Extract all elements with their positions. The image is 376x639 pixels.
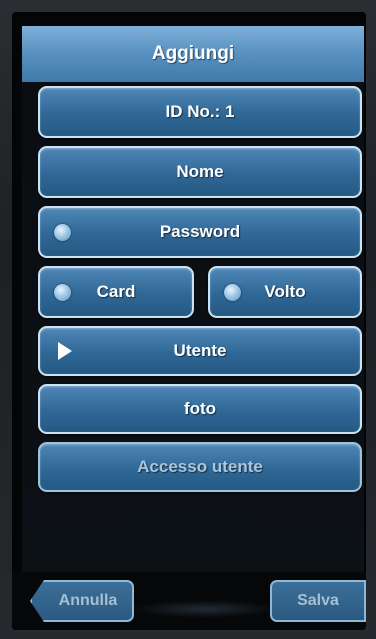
password-button[interactable]: Password <box>38 206 362 258</box>
volto-button[interactable]: Volto <box>208 266 362 318</box>
utente-label: Utente <box>173 341 227 360</box>
id-no-button[interactable]: ID No.: 1 <box>38 86 362 138</box>
page-title: Aggiungi <box>151 43 235 64</box>
nome-label: Nome <box>176 162 224 181</box>
card-label: Card <box>96 282 136 301</box>
device-bezel: Aggiungi ID No.: 1 Nome Password Card Vo… <box>0 0 376 639</box>
password-label: Password <box>159 222 241 241</box>
device-screen: Aggiungi ID No.: 1 Nome Password Card Vo… <box>12 12 366 630</box>
cancel-button[interactable]: Annulla <box>30 580 134 622</box>
card-button[interactable]: Card <box>38 266 194 318</box>
save-button[interactable]: Salva <box>270 580 366 622</box>
id-no-label: ID No.: 1 <box>165 102 235 121</box>
foto-button[interactable]: foto <box>38 384 362 434</box>
title-bar: Aggiungi <box>22 26 364 84</box>
screen-glare <box>130 600 280 618</box>
utente-button[interactable]: Utente <box>38 326 362 376</box>
foto-label: foto <box>183 399 217 418</box>
play-arrow-icon <box>58 342 72 360</box>
radio-dot-icon <box>224 283 241 301</box>
nome-button[interactable]: Nome <box>38 146 362 198</box>
radio-dot-icon <box>54 283 71 301</box>
accesso-utente-label: Accesso utente <box>137 457 263 476</box>
cancel-label: Annulla <box>58 592 118 609</box>
radio-dot-icon <box>54 223 71 241</box>
volto-label: Volto <box>264 282 306 301</box>
accesso-utente-button[interactable]: Accesso utente <box>38 442 362 492</box>
save-label: Salva <box>297 592 339 609</box>
menu-panel: ID No.: 1 Nome Password Card Volto Utent… <box>22 82 364 572</box>
